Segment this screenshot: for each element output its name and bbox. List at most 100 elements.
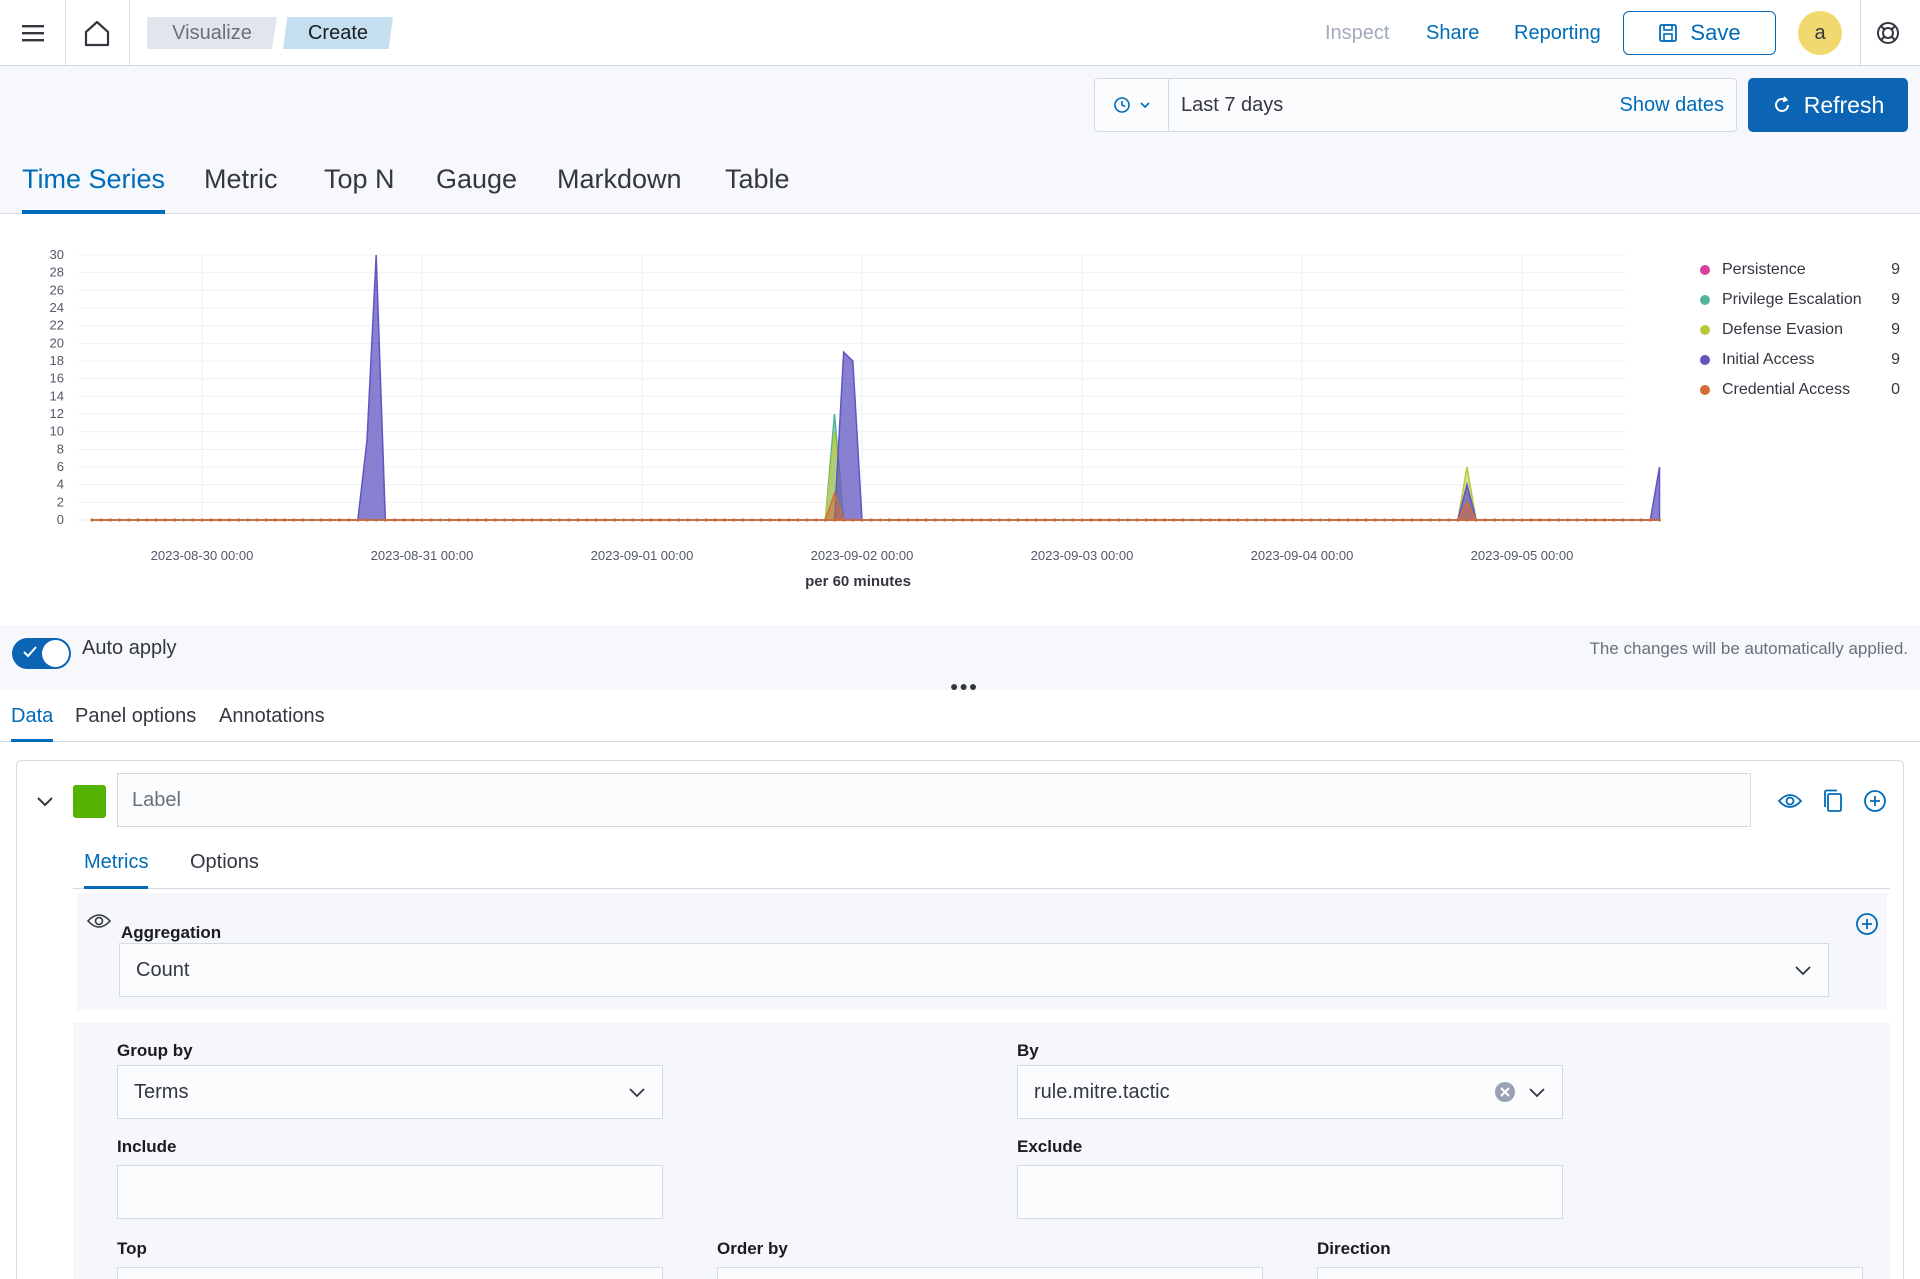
tab-data[interactable]: Data	[11, 690, 54, 742]
share-link[interactable]: Share	[1426, 0, 1479, 66]
x-tick-label: 2023-09-04 00:00	[1251, 548, 1354, 563]
aggregation-select[interactable]: Count	[119, 943, 1829, 997]
breadcrumb-create: Create	[283, 17, 393, 49]
group-by-select[interactable]: Terms	[117, 1065, 663, 1119]
data-point	[1080, 518, 1084, 522]
data-point	[567, 518, 571, 522]
data-point	[1309, 518, 1313, 522]
data-point	[768, 518, 772, 522]
add-metric-button[interactable]	[1852, 909, 1882, 939]
data-point	[1392, 518, 1396, 522]
data-point	[163, 518, 167, 522]
tab-metric[interactable]: Metric	[204, 150, 278, 214]
legend-item[interactable]: Privilege Escalation 9	[1700, 285, 1900, 315]
exclude-input[interactable]	[1017, 1165, 1563, 1219]
data-point	[860, 518, 864, 522]
visualization-type-tabs: Time Series Metric Top N Gauge Markdown …	[0, 150, 1920, 214]
direction-select[interactable]	[1317, 1267, 1863, 1279]
data-point	[429, 518, 433, 522]
legend-item[interactable]: Defense Evasion 9	[1700, 315, 1900, 345]
add-series-button[interactable]	[1859, 785, 1891, 817]
data-point	[301, 518, 305, 522]
y-tick-label: 2	[57, 494, 64, 509]
top-input[interactable]	[117, 1267, 663, 1279]
data-point	[1025, 518, 1029, 522]
tab-gauge[interactable]: Gauge	[436, 150, 517, 214]
include-input[interactable]	[117, 1165, 663, 1219]
auto-apply-switch[interactable]	[12, 638, 71, 669]
legend-item[interactable]: Credential Access 0	[1700, 375, 1900, 405]
menu-button[interactable]	[8, 0, 58, 66]
by-field-select[interactable]: rule.mitre.tactic	[1017, 1065, 1563, 1119]
clear-icon[interactable]	[1494, 1081, 1516, 1103]
data-point	[191, 518, 195, 522]
tab-markdown[interactable]: Markdown	[557, 150, 682, 214]
data-point	[1657, 518, 1662, 522]
quick-select-button[interactable]	[1095, 79, 1169, 131]
tab-time-series[interactable]: Time Series	[22, 150, 166, 214]
x-tick-label: 2023-09-03 00:00	[1031, 548, 1134, 563]
data-point	[622, 518, 626, 522]
series-color-swatch[interactable]	[73, 785, 106, 818]
clone-series-button[interactable]	[1817, 785, 1849, 817]
data-point	[1318, 518, 1322, 522]
save-button[interactable]: Save	[1623, 11, 1776, 55]
user-avatar[interactable]: a	[1798, 11, 1842, 55]
data-point	[1639, 518, 1643, 522]
tab-options[interactable]: Options	[190, 841, 259, 889]
data-point	[447, 518, 452, 522]
data-point	[1300, 518, 1304, 522]
legend-item[interactable]: Initial Access 9	[1700, 345, 1900, 375]
tab-top-n[interactable]: Top N	[324, 150, 395, 214]
data-point	[530, 518, 534, 522]
data-point	[695, 518, 699, 522]
group-by-value: Terms	[134, 1080, 189, 1103]
data-point	[1172, 518, 1176, 522]
data-point	[1557, 518, 1561, 522]
help-button[interactable]	[1866, 0, 1910, 66]
toggle-visibility-button[interactable]	[1774, 785, 1806, 817]
data-point	[255, 518, 259, 522]
data-point	[328, 518, 332, 522]
data-point	[209, 518, 213, 522]
inspect-link[interactable]: Inspect	[1325, 0, 1389, 66]
collapse-series-button[interactable]	[29, 785, 61, 817]
data-point	[787, 518, 791, 522]
save-icon	[1659, 24, 1678, 42]
series-label-input[interactable]: Label	[117, 773, 1751, 827]
reporting-link[interactable]: Reporting	[1514, 0, 1601, 66]
data-point	[1538, 518, 1542, 522]
data-point	[1098, 518, 1102, 522]
header-divider	[1860, 0, 1861, 66]
data-point	[942, 518, 947, 522]
aggregation-label: Aggregation	[121, 923, 222, 942]
data-point	[631, 518, 635, 522]
eye-icon	[1778, 794, 1802, 808]
tab-annotations[interactable]: Annotations	[219, 690, 325, 742]
home-button[interactable]	[72, 0, 122, 66]
data-point	[1410, 518, 1414, 522]
y-tick-label: 20	[50, 335, 64, 350]
save-label: Save	[1690, 20, 1741, 45]
legend-item[interactable]: Persistence 9	[1700, 255, 1900, 285]
breadcrumb-visualize[interactable]: Visualize	[147, 17, 277, 49]
data-point	[1575, 518, 1579, 522]
tab-panel-options[interactable]: Panel options	[75, 690, 196, 742]
data-point	[310, 518, 314, 522]
y-tick-label: 16	[50, 371, 64, 386]
refresh-button[interactable]: Refresh	[1748, 78, 1908, 132]
data-point	[1474, 518, 1478, 522]
data-point	[264, 518, 268, 522]
data-point	[136, 518, 140, 522]
order-by-select[interactable]	[717, 1267, 1263, 1279]
tab-metrics[interactable]: Metrics	[84, 841, 149, 889]
toggle-metric-visibility-button[interactable]	[85, 909, 113, 933]
header-divider	[129, 0, 130, 66]
legend-dot-icon	[1700, 295, 1710, 305]
series-area	[92, 254, 1661, 521]
data-point	[1373, 518, 1377, 522]
tab-table[interactable]: Table	[725, 150, 790, 214]
date-range-label[interactable]: Last 7 days	[1169, 94, 1619, 117]
show-dates-link[interactable]: Show dates	[1619, 94, 1736, 117]
y-tick-label: 26	[50, 282, 64, 297]
